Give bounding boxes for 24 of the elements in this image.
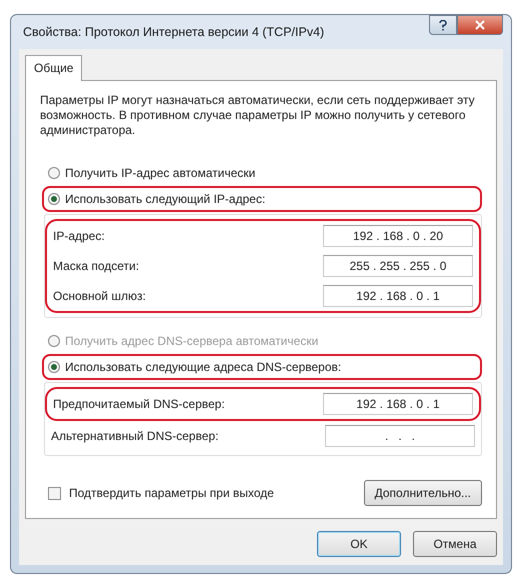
advanced-button[interactable]: Дополнительно... <box>364 480 482 506</box>
window-title: Свойства: Протокол Интернета версии 4 (TCP/IPv4) <box>22 24 324 41</box>
dialog-button[interactable]: Отмена <box>413 531 497 557</box>
ip-address-field[interactable]: . . . <box>325 425 475 447</box>
ip-address-field[interactable]: 192 . 168 . 0 . 1 <box>323 393 473 415</box>
ip-address-field[interactable]: 255 . 255 . 255 . 0 <box>323 255 473 277</box>
ip-address-field[interactable]: 192 . 168 . 0 . 20 <box>323 225 473 247</box>
question-mark-icon <box>439 20 447 30</box>
close-button[interactable] <box>457 15 503 35</box>
help-button[interactable] <box>429 15 457 35</box>
field-label: Основной шлюз: <box>53 288 146 305</box>
tab[interactable]: Общие <box>25 55 82 81</box>
dialog-button[interactable]: OK <box>317 531 401 557</box>
field-label: Альтернативный DNS-сервер: <box>51 428 219 445</box>
description-text: Параметры IP могут назначаться автоматически, если сеть поддерживает эту возможность. В противном случае параметры IP можно получить у сетевого администратора. <box>40 93 476 138</box>
radio-option[interactable]: Использовать следующий IP-адрес: <box>42 186 482 212</box>
field-label: IP-адрес: <box>53 228 105 245</box>
field-label: Предпочитаемый DNS-сервер: <box>53 396 225 413</box>
validate-checkbox[interactable]: Подтвердить параметры при выходе <box>48 484 274 502</box>
radio-option[interactable]: Получить IP-адрес автоматически <box>42 160 482 186</box>
ip-address-field[interactable]: 192 . 168 . 0 . 1 <box>323 285 473 307</box>
close-icon <box>475 20 485 30</box>
radio-option[interactable]: Использовать следующие адреса DNS-серверов: <box>42 354 482 380</box>
field-label: Маска подсети: <box>53 258 140 275</box>
